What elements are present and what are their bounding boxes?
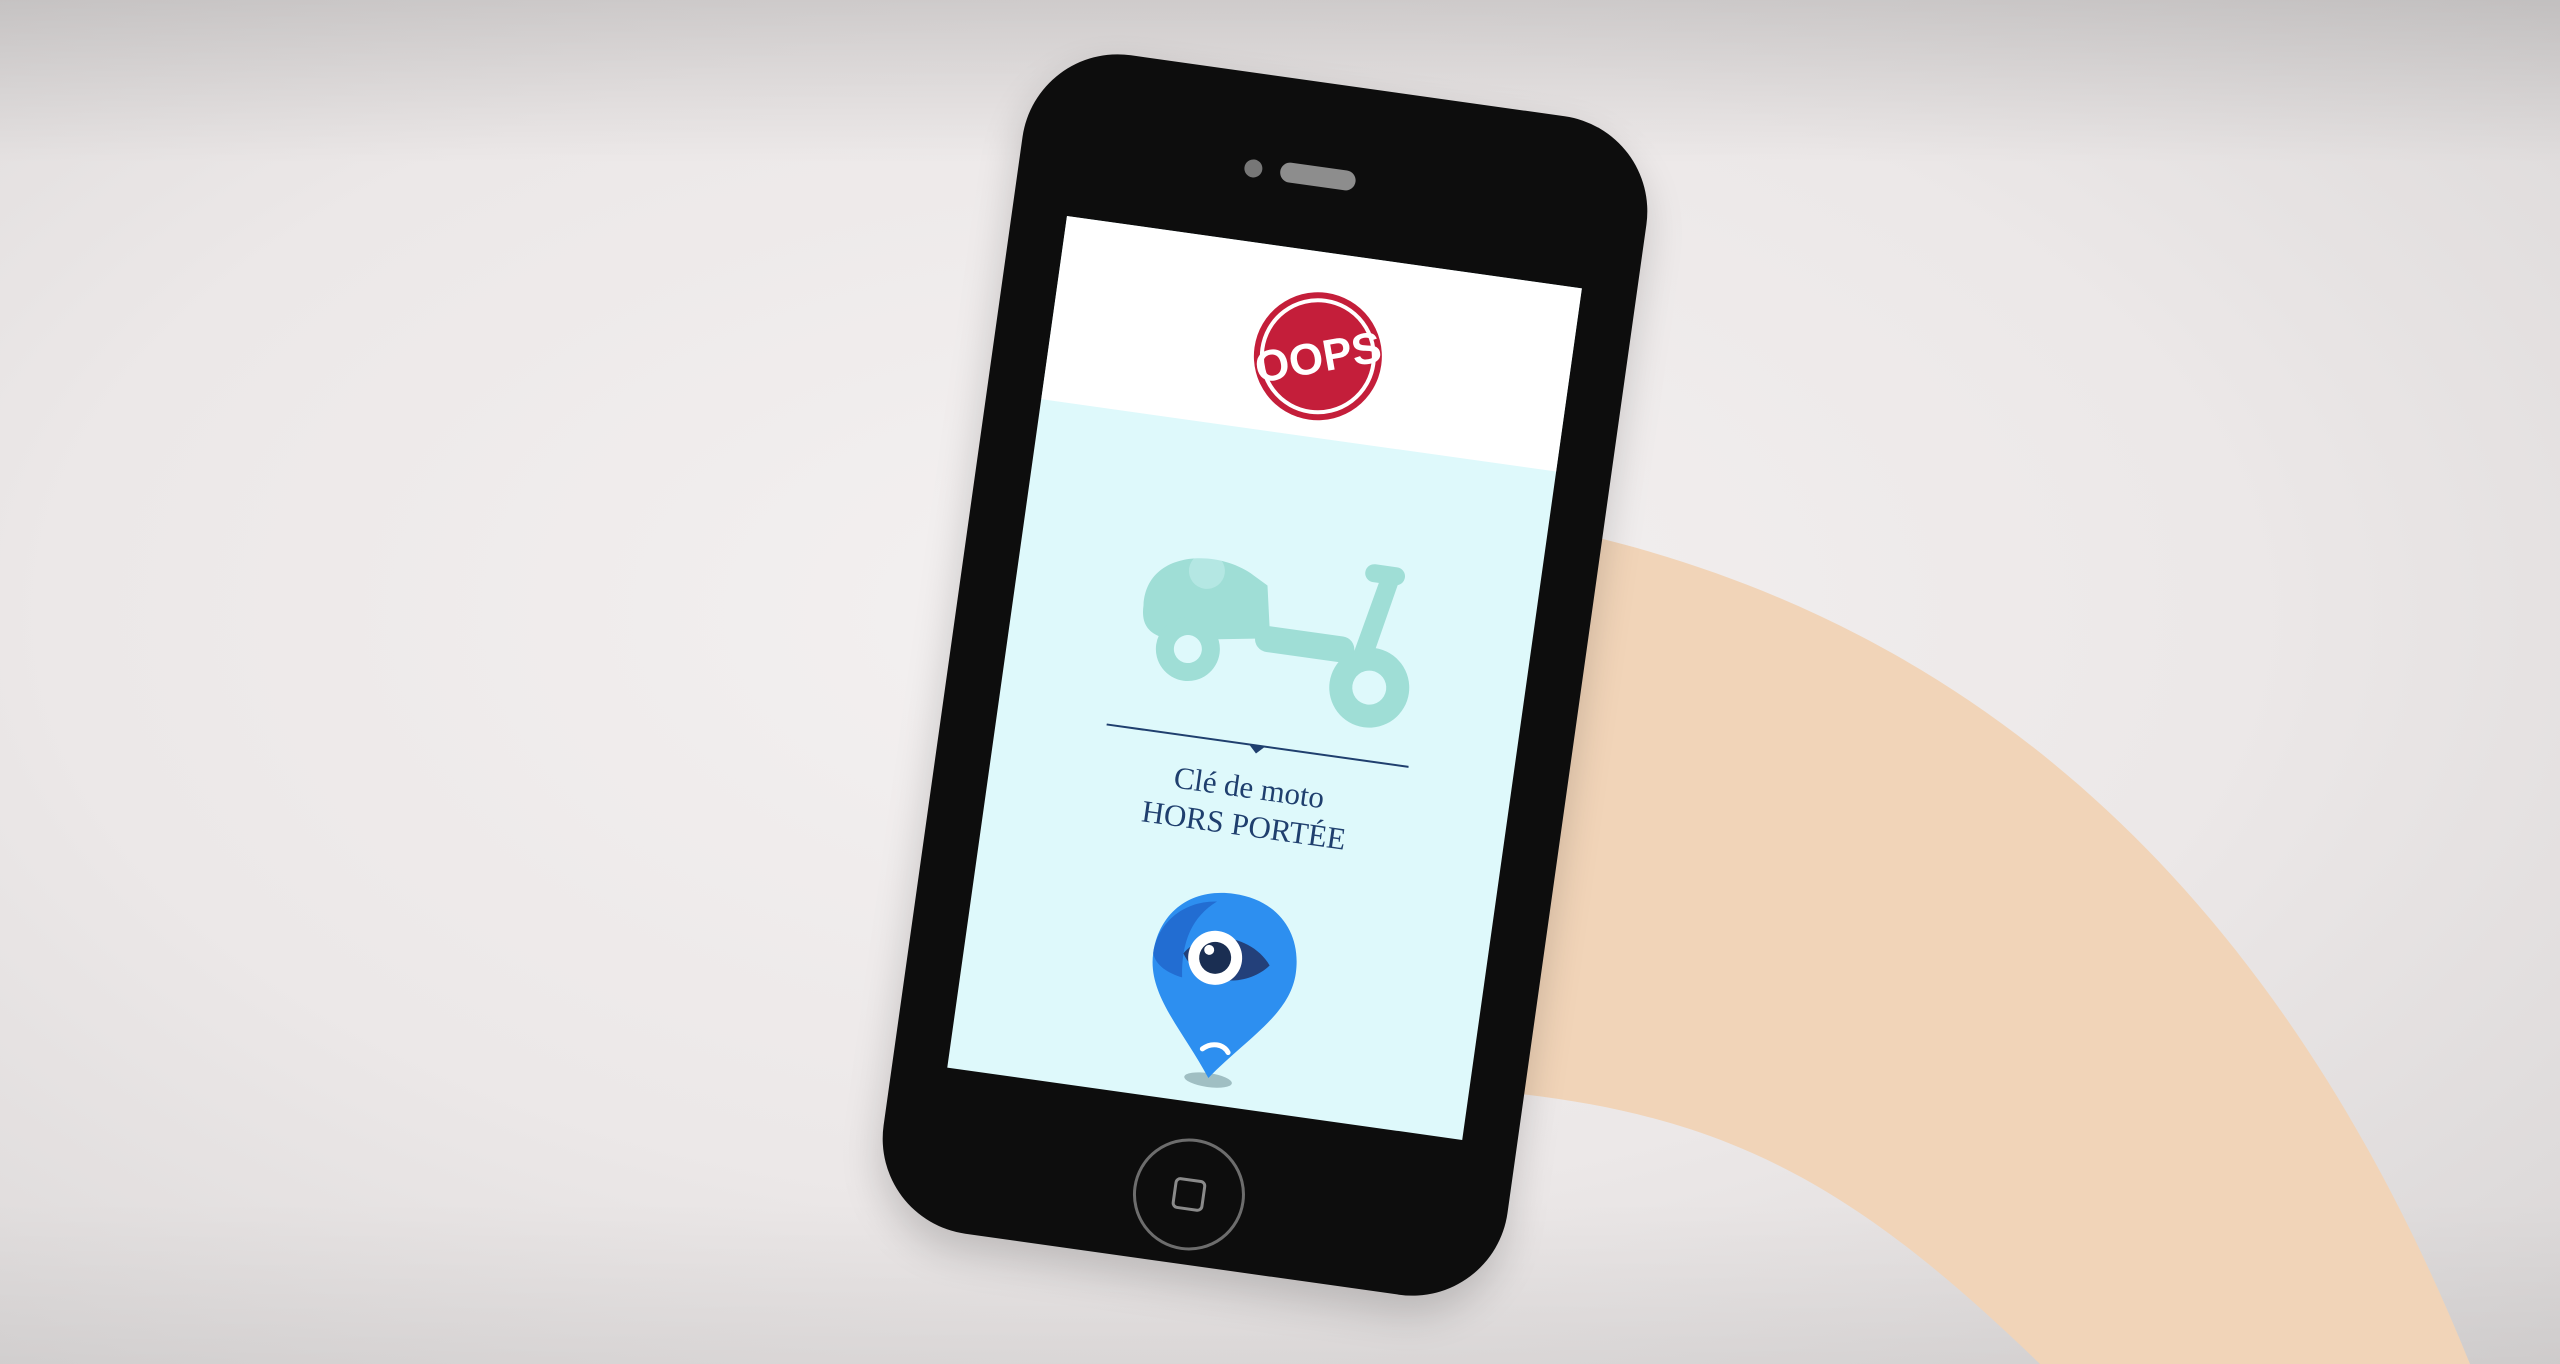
oops-logo: OOPS <box>1251 292 1385 421</box>
scooter-icon <box>1142 552 1410 728</box>
location-eye-pin-icon[interactable] <box>1127 875 1315 1105</box>
home-square-icon <box>1170 1176 1208 1213</box>
